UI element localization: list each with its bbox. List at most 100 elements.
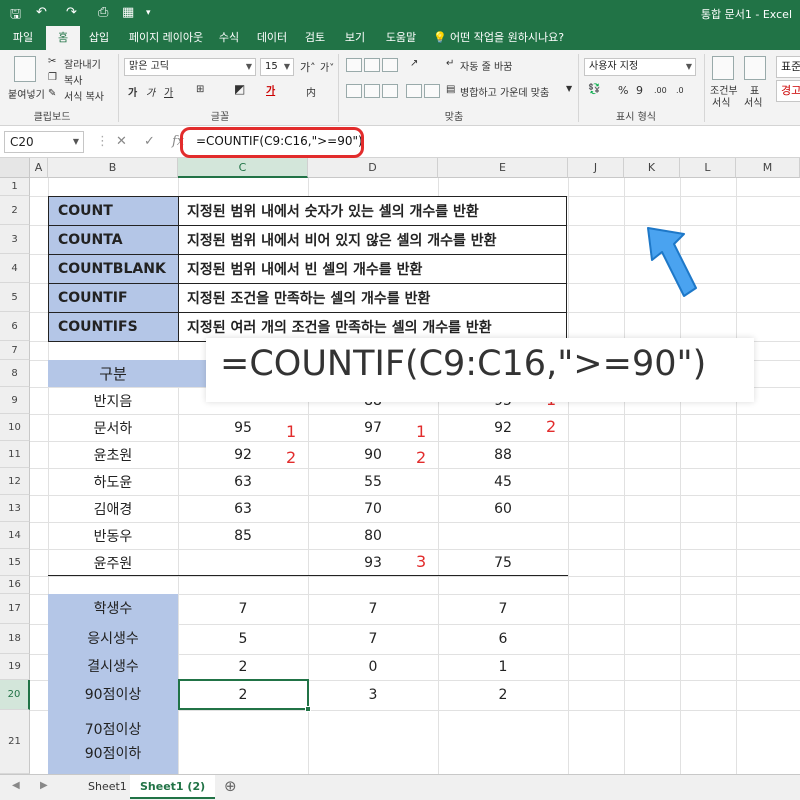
- accounting-format-icon[interactable]: 💱: [588, 84, 600, 95]
- scroll-left-icon[interactable]: ◀: [12, 780, 20, 791]
- row-header[interactable]: 10: [0, 414, 30, 441]
- stat-value-cell[interactable]: 7: [308, 624, 438, 654]
- score-cell[interactable]: 63: [178, 495, 308, 522]
- stat-value-cell[interactable]: 3: [308, 680, 438, 710]
- italic-icon[interactable]: 가: [146, 84, 155, 99]
- stat-label-cell[interactable]: 90점이상: [48, 680, 178, 710]
- scroll-right-icon[interactable]: ▶: [40, 780, 48, 791]
- function-desc-cell[interactable]: 지정된 범위 내에서 빈 셀의 개수를 반환: [178, 254, 567, 284]
- tab-view[interactable]: 보기: [338, 26, 372, 50]
- score-cell[interactable]: 88: [438, 441, 568, 468]
- font-color-icon[interactable]: 가: [266, 82, 275, 97]
- stat-value-cell[interactable]: 7: [438, 594, 568, 624]
- stat-value-cell[interactable]: 6: [438, 624, 568, 654]
- align-top-icon[interactable]: [346, 58, 362, 72]
- column-header-c[interactable]: C: [178, 158, 308, 178]
- score-cell[interactable]: 45: [438, 468, 568, 495]
- column-header-l[interactable]: L: [680, 158, 736, 178]
- row-header[interactable]: 9: [0, 387, 30, 414]
- row-header[interactable]: 19: [0, 654, 30, 680]
- student-name-cell[interactable]: 하도윤: [48, 468, 178, 495]
- function-desc-cell[interactable]: 지정된 조건을 만족하는 셀의 개수를 반환: [178, 283, 567, 313]
- row-header[interactable]: 7: [0, 341, 30, 360]
- tab-insert[interactable]: 삽입: [82, 26, 116, 50]
- tell-me-box[interactable]: 어떤 작업을 원하시나요?: [450, 26, 580, 50]
- row-header[interactable]: 12: [0, 468, 30, 495]
- row-header[interactable]: 20: [0, 680, 30, 710]
- border-icon[interactable]: ⊞: [196, 84, 204, 95]
- stat-label-cell[interactable]: 학생수: [48, 594, 178, 624]
- row-header[interactable]: 15: [0, 549, 30, 576]
- student-name-cell[interactable]: 문서하: [48, 414, 178, 441]
- save-icon[interactable]: 🖫: [10, 5, 21, 27]
- print-preview-icon[interactable]: ⎙: [98, 5, 108, 20]
- align-center-icon[interactable]: [364, 84, 380, 98]
- shrink-font-icon[interactable]: 가˅: [320, 59, 334, 74]
- student-name-cell[interactable]: 반동우: [48, 522, 178, 549]
- format-painter-icon[interactable]: ✎: [48, 88, 56, 99]
- tab-data[interactable]: 데이터: [252, 26, 292, 50]
- stat-value-cell[interactable]: 5: [178, 624, 308, 654]
- wrap-text-button[interactable]: 자동 줄 바꿈: [460, 58, 512, 73]
- score-cell[interactable]: 55: [308, 468, 438, 495]
- student-name-cell[interactable]: 윤초원: [48, 441, 178, 468]
- table-format-button-line2[interactable]: 서식: [744, 94, 762, 109]
- align-right-icon[interactable]: [382, 84, 398, 98]
- underline-icon[interactable]: 가: [164, 84, 173, 99]
- score-cell[interactable]: 70: [308, 495, 438, 522]
- stat-label-cell[interactable]: 70점이상 90점이하: [48, 710, 178, 774]
- paste-icon[interactable]: [14, 56, 36, 82]
- tab-file[interactable]: 파일: [6, 26, 40, 50]
- table-format-icon[interactable]: [744, 56, 766, 80]
- row-header[interactable]: 17: [0, 594, 30, 624]
- column-header-e[interactable]: E: [438, 158, 568, 178]
- percent-icon[interactable]: %: [618, 84, 628, 97]
- add-sheet-icon[interactable]: ⊕: [224, 777, 237, 795]
- name-box[interactable]: C20 ▼: [4, 131, 84, 153]
- row-header[interactable]: 1: [0, 178, 30, 196]
- fill-handle[interactable]: [305, 706, 311, 712]
- function-name-cell[interactable]: COUNT: [48, 196, 179, 226]
- phonetic-icon[interactable]: 内: [306, 84, 316, 99]
- cut-button[interactable]: 잘라내기: [64, 56, 101, 71]
- score-cell[interactable]: 85: [178, 522, 308, 549]
- orientation-icon[interactable]: ↗: [410, 58, 418, 69]
- font-size-select[interactable]: 15 ▼: [260, 58, 294, 76]
- student-name-cell[interactable]: 김애경: [48, 495, 178, 522]
- decrease-indent-icon[interactable]: [406, 84, 422, 98]
- stat-value-cell[interactable]: 0: [308, 654, 438, 680]
- function-desc-cell[interactable]: 지정된 범위 내에서 비어 있지 않은 셀의 개수를 반환: [178, 225, 567, 255]
- sheet-tab-sheet1-2[interactable]: Sheet1 (2): [130, 775, 216, 799]
- column-header-j[interactable]: J: [568, 158, 624, 178]
- redo-icon[interactable]: ↷: [66, 5, 77, 20]
- score-cell[interactable]: [178, 549, 308, 576]
- bold-icon[interactable]: 가: [128, 84, 137, 99]
- cancel-icon[interactable]: ✕: [116, 134, 127, 149]
- comma-icon[interactable]: 9: [636, 84, 643, 97]
- conditional-format-icon[interactable]: [712, 56, 734, 80]
- row-header[interactable]: 18: [0, 624, 30, 654]
- column-header-m[interactable]: M: [736, 158, 800, 178]
- merge-center-button[interactable]: 병합하고 가운데 맞춤: [460, 84, 549, 99]
- chevron-down-icon[interactable]: ▼: [566, 84, 572, 93]
- enter-icon[interactable]: ✓: [144, 134, 155, 149]
- tab-help[interactable]: 도움말: [378, 26, 424, 50]
- column-header-a[interactable]: A: [30, 158, 48, 178]
- row-header[interactable]: 4: [0, 254, 30, 283]
- function-name-cell[interactable]: COUNTIF: [48, 283, 179, 313]
- copy-icon[interactable]: ❐: [48, 72, 57, 83]
- grow-font-icon[interactable]: 가˄: [300, 59, 316, 75]
- format-painter-button[interactable]: 서식 복사: [64, 88, 104, 103]
- align-middle-icon[interactable]: [364, 58, 380, 72]
- function-name-cell[interactable]: COUNTIFS: [48, 312, 179, 342]
- column-header-b[interactable]: B: [48, 158, 178, 178]
- row-header[interactable]: 2: [0, 196, 30, 225]
- column-header-d[interactable]: D: [308, 158, 438, 178]
- tab-formulas[interactable]: 수식: [212, 26, 246, 50]
- stat-value-cell[interactable]: 2: [438, 680, 568, 710]
- student-name-cell[interactable]: 윤주원: [48, 549, 178, 576]
- score-cell[interactable]: 80: [308, 522, 438, 549]
- tab-review[interactable]: 검토: [298, 26, 332, 50]
- row-header[interactable]: 3: [0, 225, 30, 254]
- student-name-cell[interactable]: 반지음: [48, 387, 178, 414]
